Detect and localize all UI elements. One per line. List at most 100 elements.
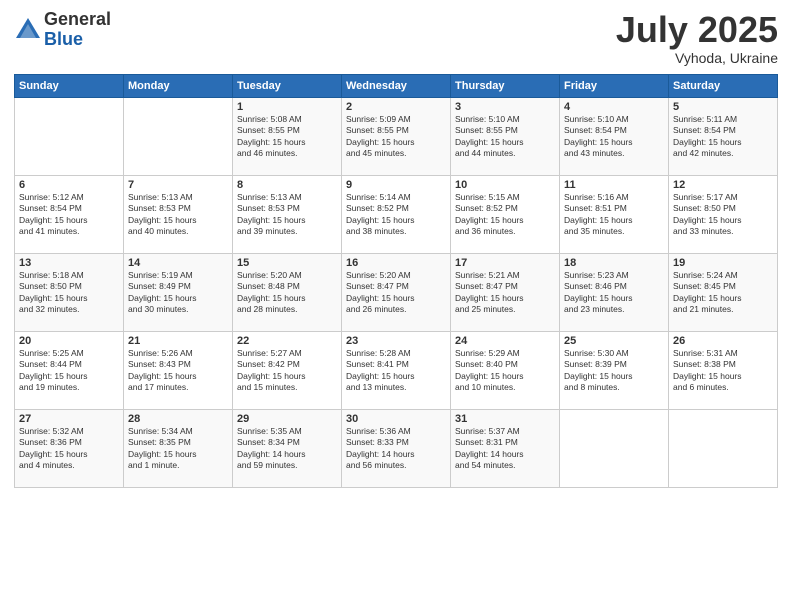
day-number: 29 [237,413,337,425]
day-content: Sunrise: 5:37 AM Sunset: 8:31 PM Dayligh… [455,426,555,472]
day-number: 27 [19,413,119,425]
logo-blue: Blue [44,30,111,50]
day-content: Sunrise: 5:28 AM Sunset: 8:41 PM Dayligh… [346,348,446,394]
calendar-cell: 14Sunrise: 5:19 AM Sunset: 8:49 PM Dayli… [124,253,233,331]
day-content: Sunrise: 5:24 AM Sunset: 8:45 PM Dayligh… [673,270,773,316]
day-content: Sunrise: 5:32 AM Sunset: 8:36 PM Dayligh… [19,426,119,472]
day-content: Sunrise: 5:09 AM Sunset: 8:55 PM Dayligh… [346,114,446,160]
day-content: Sunrise: 5:11 AM Sunset: 8:54 PM Dayligh… [673,114,773,160]
day-number: 31 [455,413,555,425]
week-row-1: 1Sunrise: 5:08 AM Sunset: 8:55 PM Daylig… [15,97,778,175]
day-content: Sunrise: 5:12 AM Sunset: 8:54 PM Dayligh… [19,192,119,238]
header-cell-tuesday: Tuesday [233,74,342,97]
calendar-cell: 27Sunrise: 5:32 AM Sunset: 8:36 PM Dayli… [15,409,124,487]
day-content: Sunrise: 5:27 AM Sunset: 8:42 PM Dayligh… [237,348,337,394]
day-content: Sunrise: 5:13 AM Sunset: 8:53 PM Dayligh… [128,192,228,238]
week-row-2: 6Sunrise: 5:12 AM Sunset: 8:54 PM Daylig… [15,175,778,253]
calendar-cell: 8Sunrise: 5:13 AM Sunset: 8:53 PM Daylig… [233,175,342,253]
header-cell-thursday: Thursday [451,74,560,97]
day-number: 5 [673,101,773,113]
calendar-cell [669,409,778,487]
day-content: Sunrise: 5:21 AM Sunset: 8:47 PM Dayligh… [455,270,555,316]
week-row-3: 13Sunrise: 5:18 AM Sunset: 8:50 PM Dayli… [15,253,778,331]
day-number: 10 [455,179,555,191]
week-row-5: 27Sunrise: 5:32 AM Sunset: 8:36 PM Dayli… [15,409,778,487]
calendar-cell: 6Sunrise: 5:12 AM Sunset: 8:54 PM Daylig… [15,175,124,253]
header-cell-wednesday: Wednesday [342,74,451,97]
calendar-cell: 18Sunrise: 5:23 AM Sunset: 8:46 PM Dayli… [560,253,669,331]
day-content: Sunrise: 5:14 AM Sunset: 8:52 PM Dayligh… [346,192,446,238]
title-block: July 2025 Vyhoda, Ukraine [616,10,778,66]
day-number: 11 [564,179,664,191]
day-number: 8 [237,179,337,191]
day-content: Sunrise: 5:08 AM Sunset: 8:55 PM Dayligh… [237,114,337,160]
day-content: Sunrise: 5:13 AM Sunset: 8:53 PM Dayligh… [237,192,337,238]
calendar-cell: 24Sunrise: 5:29 AM Sunset: 8:40 PM Dayli… [451,331,560,409]
calendar-cell: 7Sunrise: 5:13 AM Sunset: 8:53 PM Daylig… [124,175,233,253]
location: Vyhoda, Ukraine [616,50,778,66]
day-content: Sunrise: 5:16 AM Sunset: 8:51 PM Dayligh… [564,192,664,238]
calendar-cell: 22Sunrise: 5:27 AM Sunset: 8:42 PM Dayli… [233,331,342,409]
logo-icon [14,16,42,44]
calendar-cell: 30Sunrise: 5:36 AM Sunset: 8:33 PM Dayli… [342,409,451,487]
calendar-cell: 28Sunrise: 5:34 AM Sunset: 8:35 PM Dayli… [124,409,233,487]
calendar-cell: 12Sunrise: 5:17 AM Sunset: 8:50 PM Dayli… [669,175,778,253]
day-content: Sunrise: 5:18 AM Sunset: 8:50 PM Dayligh… [19,270,119,316]
day-number: 17 [455,257,555,269]
day-number: 7 [128,179,228,191]
day-content: Sunrise: 5:25 AM Sunset: 8:44 PM Dayligh… [19,348,119,394]
header-cell-monday: Monday [124,74,233,97]
week-row-4: 20Sunrise: 5:25 AM Sunset: 8:44 PM Dayli… [15,331,778,409]
calendar-cell: 20Sunrise: 5:25 AM Sunset: 8:44 PM Dayli… [15,331,124,409]
header-cell-saturday: Saturday [669,74,778,97]
day-content: Sunrise: 5:29 AM Sunset: 8:40 PM Dayligh… [455,348,555,394]
header-cell-sunday: Sunday [15,74,124,97]
calendar-cell: 4Sunrise: 5:10 AM Sunset: 8:54 PM Daylig… [560,97,669,175]
day-content: Sunrise: 5:10 AM Sunset: 8:54 PM Dayligh… [564,114,664,160]
day-number: 18 [564,257,664,269]
logo-text: General Blue [44,10,111,50]
day-number: 30 [346,413,446,425]
day-content: Sunrise: 5:20 AM Sunset: 8:48 PM Dayligh… [237,270,337,316]
logo: General Blue [14,10,111,50]
calendar-cell: 31Sunrise: 5:37 AM Sunset: 8:31 PM Dayli… [451,409,560,487]
day-number: 9 [346,179,446,191]
calendar-cell: 5Sunrise: 5:11 AM Sunset: 8:54 PM Daylig… [669,97,778,175]
month-title: July 2025 [616,10,778,50]
calendar-cell: 10Sunrise: 5:15 AM Sunset: 8:52 PM Dayli… [451,175,560,253]
day-number: 4 [564,101,664,113]
day-number: 22 [237,335,337,347]
day-content: Sunrise: 5:35 AM Sunset: 8:34 PM Dayligh… [237,426,337,472]
day-content: Sunrise: 5:15 AM Sunset: 8:52 PM Dayligh… [455,192,555,238]
day-number: 25 [564,335,664,347]
calendar-cell: 29Sunrise: 5:35 AM Sunset: 8:34 PM Dayli… [233,409,342,487]
day-number: 19 [673,257,773,269]
calendar-cell: 1Sunrise: 5:08 AM Sunset: 8:55 PM Daylig… [233,97,342,175]
calendar-cell: 9Sunrise: 5:14 AM Sunset: 8:52 PM Daylig… [342,175,451,253]
calendar-cell: 13Sunrise: 5:18 AM Sunset: 8:50 PM Dayli… [15,253,124,331]
day-number: 2 [346,101,446,113]
day-number: 13 [19,257,119,269]
day-content: Sunrise: 5:20 AM Sunset: 8:47 PM Dayligh… [346,270,446,316]
day-number: 14 [128,257,228,269]
calendar-cell: 17Sunrise: 5:21 AM Sunset: 8:47 PM Dayli… [451,253,560,331]
calendar-cell: 15Sunrise: 5:20 AM Sunset: 8:48 PM Dayli… [233,253,342,331]
day-content: Sunrise: 5:36 AM Sunset: 8:33 PM Dayligh… [346,426,446,472]
day-content: Sunrise: 5:10 AM Sunset: 8:55 PM Dayligh… [455,114,555,160]
calendar-cell: 3Sunrise: 5:10 AM Sunset: 8:55 PM Daylig… [451,97,560,175]
day-number: 23 [346,335,446,347]
day-number: 12 [673,179,773,191]
day-number: 26 [673,335,773,347]
header: General Blue July 2025 Vyhoda, Ukraine [14,10,778,66]
calendar-cell [15,97,124,175]
day-number: 20 [19,335,119,347]
day-content: Sunrise: 5:19 AM Sunset: 8:49 PM Dayligh… [128,270,228,316]
calendar-table: SundayMondayTuesdayWednesdayThursdayFrid… [14,74,778,488]
calendar-cell [124,97,233,175]
logo-general: General [44,10,111,30]
day-number: 1 [237,101,337,113]
header-cell-friday: Friday [560,74,669,97]
day-content: Sunrise: 5:26 AM Sunset: 8:43 PM Dayligh… [128,348,228,394]
day-number: 24 [455,335,555,347]
day-content: Sunrise: 5:17 AM Sunset: 8:50 PM Dayligh… [673,192,773,238]
